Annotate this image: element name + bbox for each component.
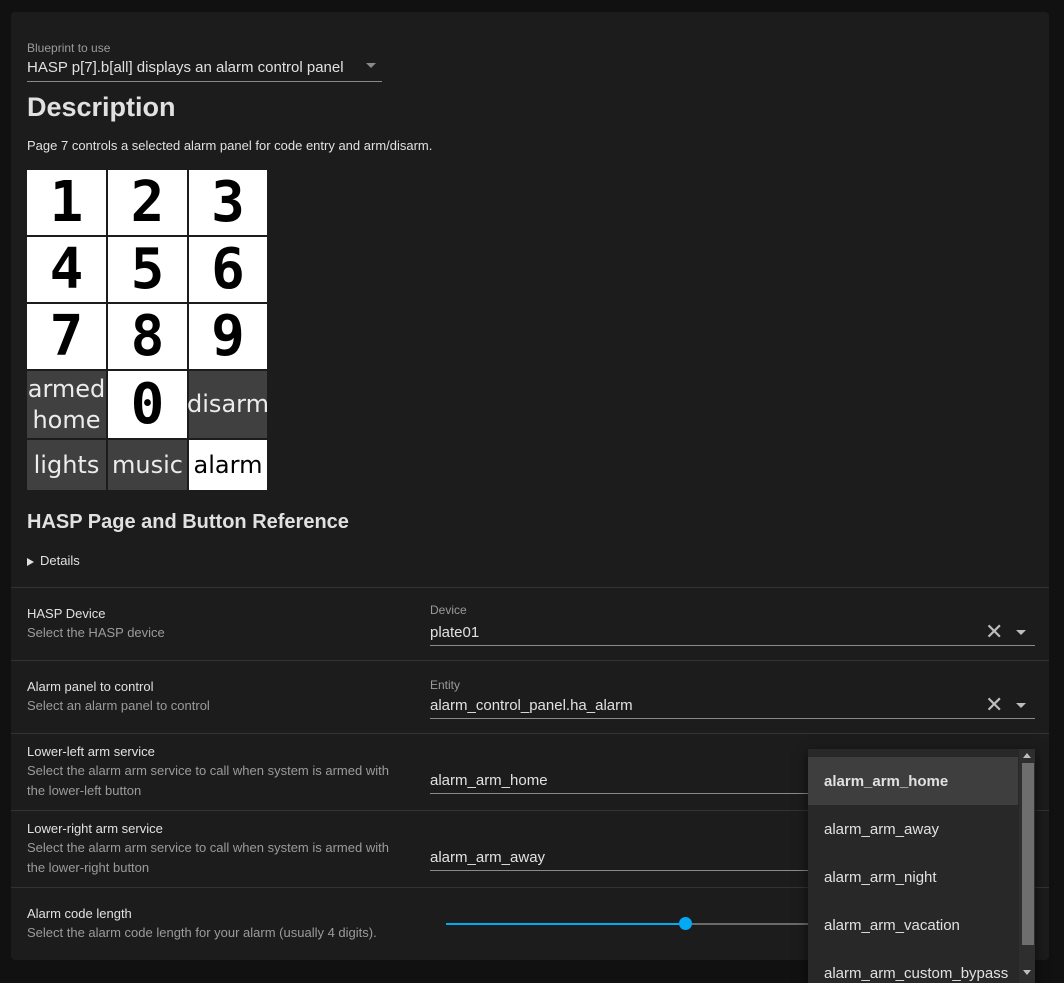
divider xyxy=(11,587,1049,588)
keypad-key-7: 7 xyxy=(27,304,106,369)
blueprint-select-value: HASP p[7].b[all] displays an alarm contr… xyxy=(27,59,344,76)
keypad-key-disarm: disarm xyxy=(187,371,269,438)
hasp-device-title: HASP Device xyxy=(27,606,106,621)
keypad-key-8: 8 xyxy=(108,304,187,369)
lower-left-title: Lower-left arm service xyxy=(27,744,155,759)
code-length-description: Select the alarm code length for your al… xyxy=(27,925,377,940)
chevron-down-icon[interactable] xyxy=(1016,630,1026,635)
chevron-down-icon[interactable] xyxy=(1016,703,1026,708)
dropdown-option[interactable]: alarm_arm_night xyxy=(808,853,1018,901)
device-picker[interactable]: plate01 ✕ xyxy=(430,621,1035,646)
keypad-key-3: 3 xyxy=(189,170,267,235)
dropdown-option[interactable]: alarm_arm_away xyxy=(808,805,1018,853)
service-dropdown-menu: alarm_arm_home alarm_arm_away alarm_arm_… xyxy=(808,749,1035,983)
hasp-device-description: Select the HASP device xyxy=(27,625,165,640)
keypad-key-2: 2 xyxy=(108,170,187,235)
slider-thumb[interactable] xyxy=(679,917,692,930)
description-heading: Description xyxy=(27,92,176,122)
alarm-panel-description: Select an alarm panel to control xyxy=(27,698,210,713)
lower-left-service-value: alarm_arm_home xyxy=(430,772,548,789)
dropdown-scrollbar[interactable] xyxy=(1019,749,1035,983)
slider-fill xyxy=(446,923,685,925)
clear-icon[interactable]: ✕ xyxy=(985,621,1003,643)
keypad-key-9: 9 xyxy=(189,304,267,369)
keypad-key-alarm: alarm xyxy=(189,440,267,490)
lower-right-service-select[interactable]: alarm_arm_away xyxy=(430,846,808,871)
keypad-key-1: 1 xyxy=(27,170,106,235)
blueprint-select[interactable]: HASP p[7].b[all] displays an alarm contr… xyxy=(27,57,382,82)
divider xyxy=(11,733,1049,734)
dropdown-option[interactable]: alarm_arm_home xyxy=(808,757,1018,805)
slider-track xyxy=(685,923,808,925)
lower-right-description: Select the alarm arm service to call whe… xyxy=(27,840,389,875)
clear-icon[interactable]: ✕ xyxy=(985,694,1003,716)
details-label: Details xyxy=(40,553,80,568)
lower-left-description: Select the alarm arm service to call whe… xyxy=(27,763,389,798)
scroll-down-icon[interactable] xyxy=(1023,970,1031,975)
lower-right-title: Lower-right arm service xyxy=(27,821,163,836)
scrollbar-thumb[interactable] xyxy=(1022,763,1034,945)
device-picker-value: plate01 xyxy=(430,624,480,641)
reference-heading: HASP Page and Button Reference xyxy=(27,511,349,533)
entity-picker[interactable]: alarm_control_panel.ha_alarm ✕ xyxy=(430,694,1035,719)
scroll-up-icon[interactable] xyxy=(1023,753,1031,758)
dropdown-option[interactable]: alarm_arm_vacation xyxy=(808,901,1018,949)
code-length-title: Alarm code length xyxy=(27,906,132,921)
keypad-key-4: 4 xyxy=(27,237,106,302)
keypad-key-armed-home: armed home xyxy=(27,371,106,438)
keypad-key-0: 0 xyxy=(108,371,187,438)
dropdown-option[interactable]: alarm_arm_custom_bypass xyxy=(808,949,1018,983)
lower-right-service-value: alarm_arm_away xyxy=(430,849,546,866)
keypad-key-6: 6 xyxy=(189,237,267,302)
keypad-key-music: music xyxy=(108,440,187,490)
keypad-key-5: 5 xyxy=(108,237,187,302)
lower-left-service-select[interactable]: alarm_arm_home xyxy=(430,769,808,794)
blueprint-label: Blueprint to use xyxy=(27,41,111,55)
entity-picker-value: alarm_control_panel.ha_alarm xyxy=(430,697,633,714)
code-length-slider[interactable] xyxy=(446,917,808,930)
device-field-label: Device xyxy=(430,603,467,617)
triangle-right-icon xyxy=(27,557,34,566)
entity-field-label: Entity xyxy=(430,678,461,692)
details-toggle[interactable]: Details xyxy=(27,553,80,568)
divider xyxy=(11,660,1049,661)
keypad-key-lights: lights xyxy=(27,440,106,490)
chevron-down-icon xyxy=(366,63,376,68)
keypad-image: 1 2 3 4 5 6 7 8 9 armed home 0 disarm li… xyxy=(27,170,269,490)
description-text: Page 7 controls a selected alarm panel f… xyxy=(27,138,433,153)
alarm-panel-title: Alarm panel to control xyxy=(27,679,154,694)
